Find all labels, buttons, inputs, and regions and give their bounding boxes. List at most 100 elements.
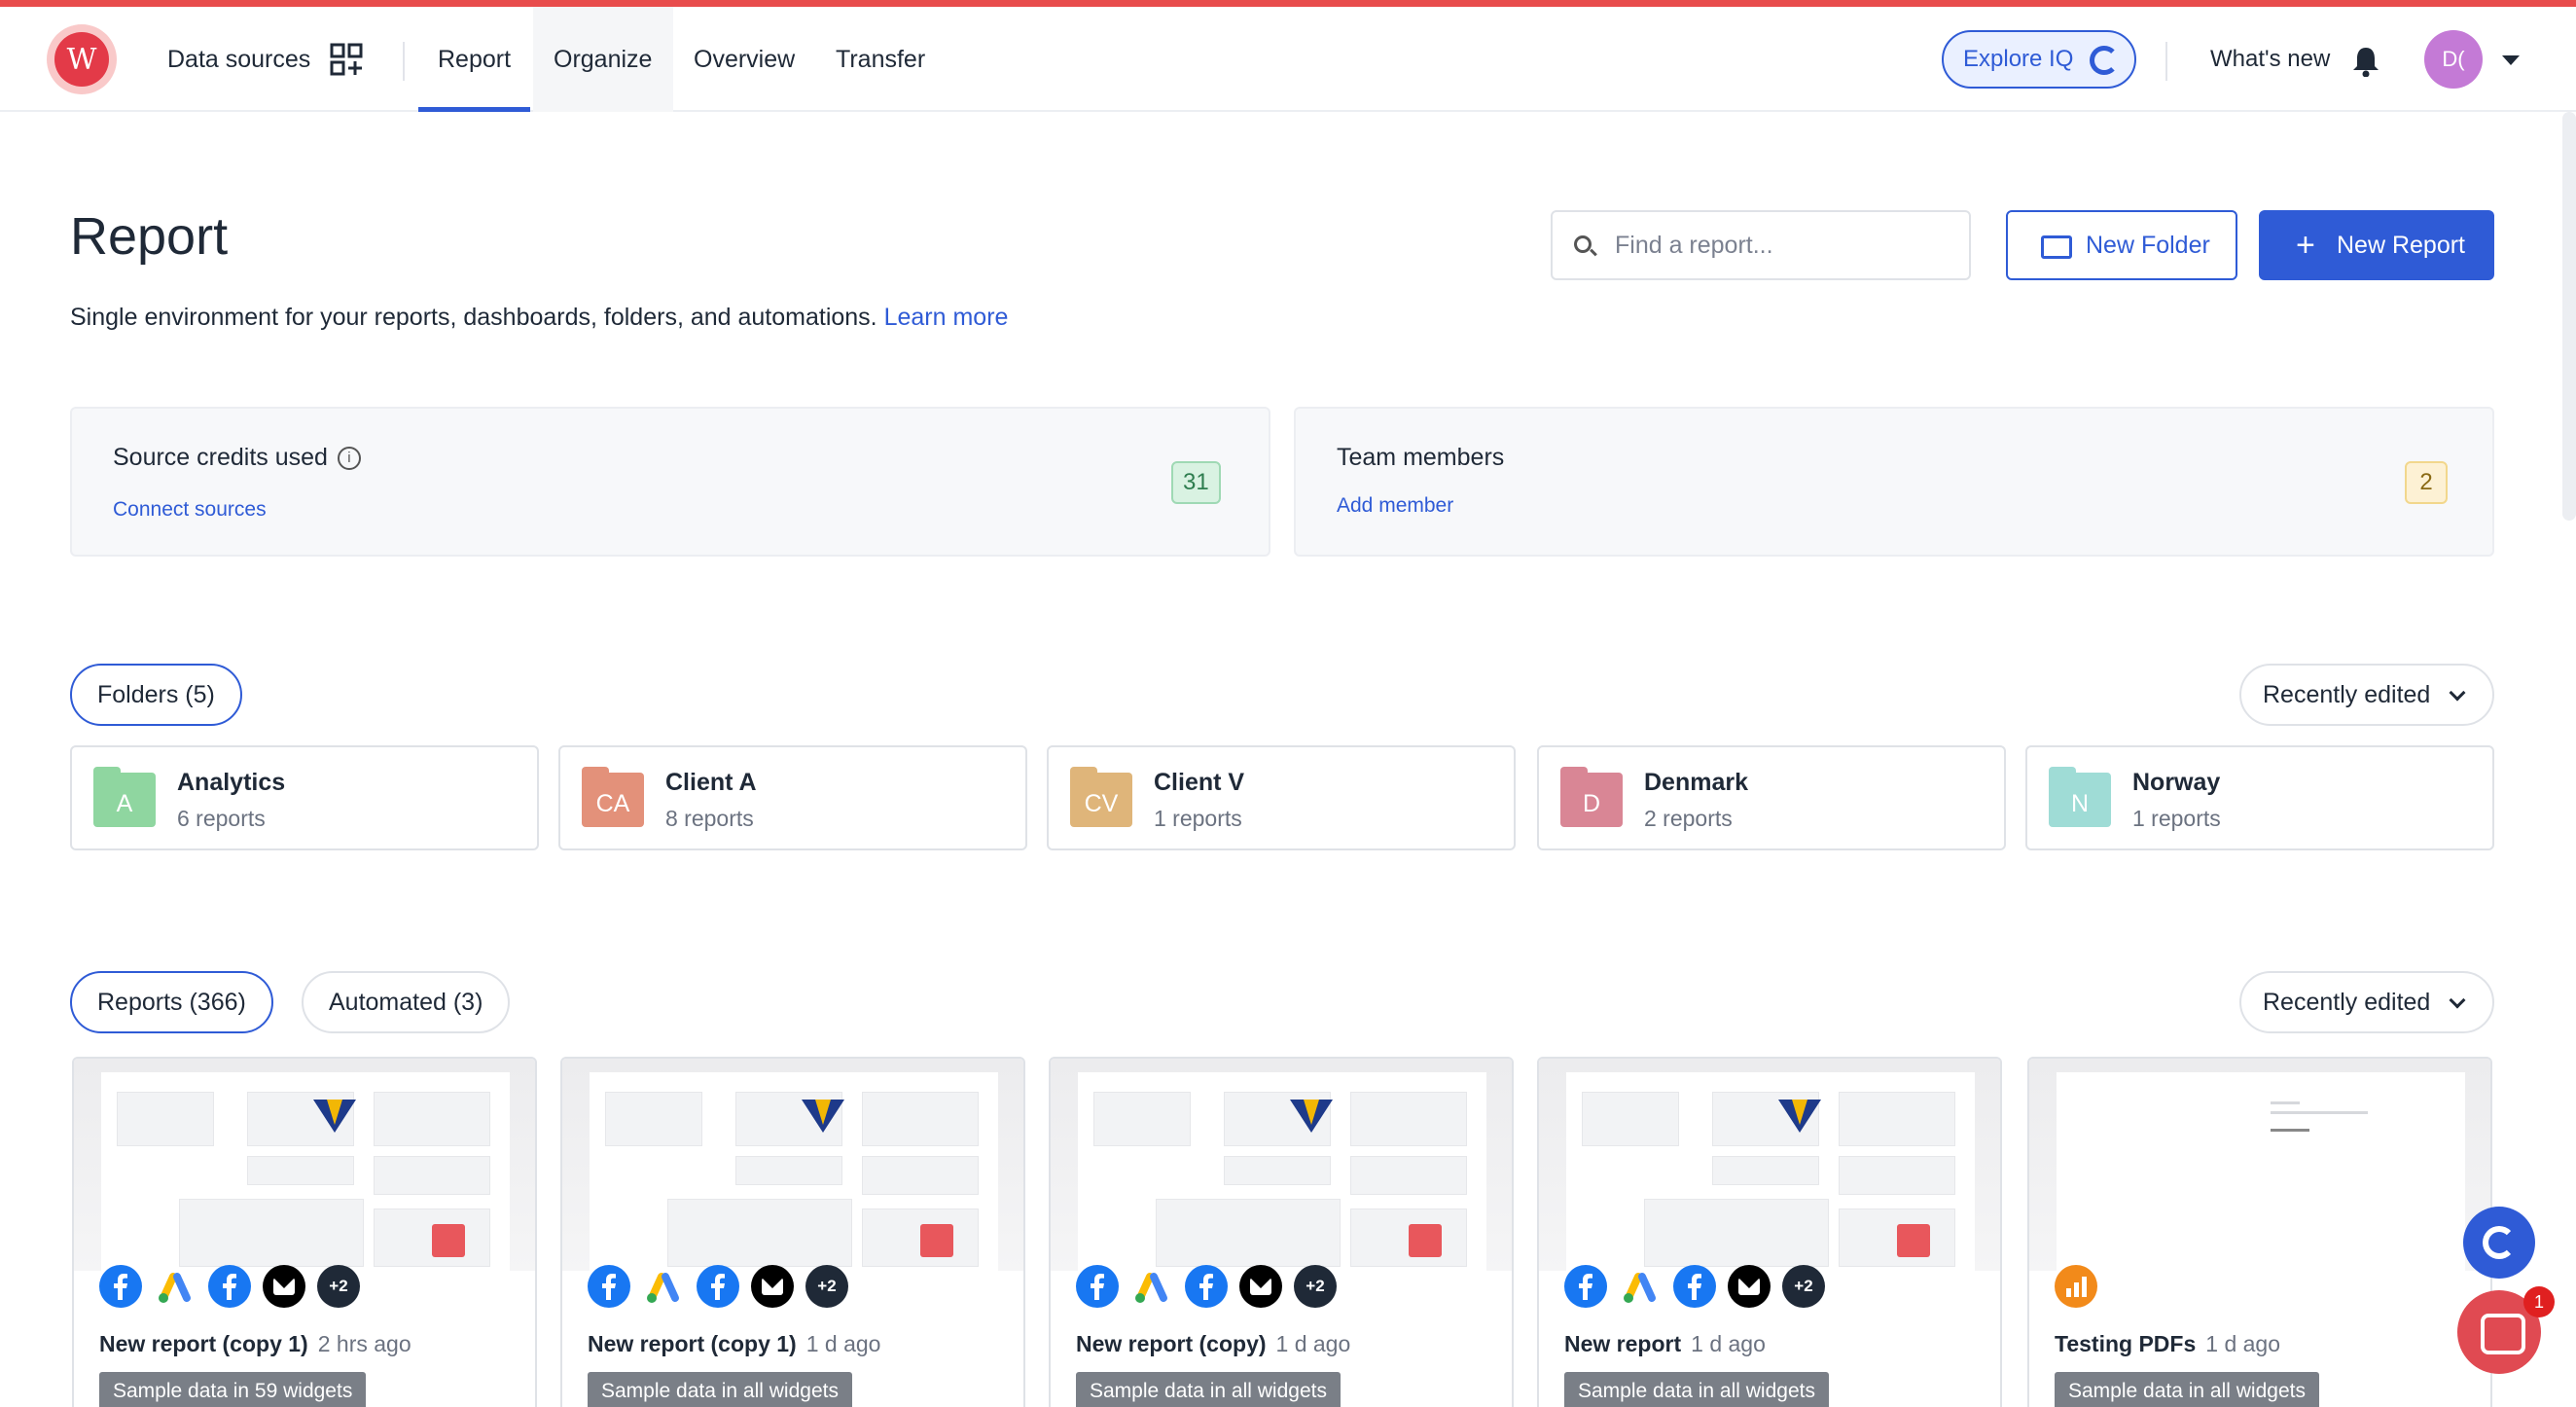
- search-icon: [1574, 235, 1592, 253]
- new-report-label: New Report: [2337, 231, 2465, 259]
- nav-tab-report[interactable]: Report: [417, 7, 531, 112]
- report-source-icons: +2: [1076, 1265, 1337, 1308]
- team-members-card: Team members Add member 2: [1294, 407, 2494, 557]
- google-ads-icon: [642, 1265, 685, 1308]
- facebook-icon: [1564, 1265, 1607, 1308]
- report-card[interactable]: +2 New report 1 d ago Sample data in all wi…: [1537, 1057, 2002, 1407]
- report-source-icons: +2: [99, 1265, 360, 1308]
- plus-icon: +: [2296, 227, 2315, 264]
- new-folder-label: New Folder: [2086, 231, 2210, 259]
- connect-sources-link[interactable]: Connect sources: [113, 498, 267, 522]
- google-ads-icon: [154, 1265, 197, 1308]
- source-credits-count: 31: [1171, 461, 1221, 504]
- reports-sort-label: Recently edited: [2263, 988, 2431, 1016]
- sample-data-tag: Sample data in all widgets: [588, 1372, 852, 1407]
- iq-icon: [2090, 46, 2119, 75]
- tiktok-icon: [751, 1265, 794, 1308]
- app-logo[interactable]: W: [47, 24, 117, 94]
- folder-name: Analytics: [177, 769, 286, 796]
- sample-data-tag: Sample data in 59 widgets: [99, 1372, 367, 1407]
- report-card[interactable]: Testing PDFs 1 d ago Sample data in all wi…: [2027, 1057, 2492, 1407]
- report-source-icons: +2: [1564, 1265, 1825, 1308]
- report-thumbnail: [1539, 1059, 2000, 1271]
- folder-icon: D: [1560, 767, 1623, 827]
- folder-name: Denmark: [1644, 769, 1748, 796]
- nav-divider: [403, 42, 405, 81]
- explore-iq-label: Explore IQ: [1963, 46, 2074, 72]
- page-subtitle: Single environment for your reports, das…: [70, 304, 1008, 332]
- folder-icon: CA: [582, 767, 644, 827]
- nav-tab-transfer[interactable]: Transfer: [836, 7, 925, 112]
- folder-icon: N: [2049, 767, 2111, 827]
- whats-new-link[interactable]: What's new: [2210, 7, 2330, 112]
- folder-report-count: 2 reports: [1644, 806, 1733, 831]
- new-folder-button[interactable]: New Folder: [2006, 210, 2237, 280]
- chevron-down-icon: [2449, 684, 2466, 702]
- report-source-icons: +2: [588, 1265, 848, 1308]
- bell-icon[interactable]: [2352, 46, 2379, 77]
- report-edited-time: 2 hrs ago: [317, 1331, 411, 1356]
- report-thumbnail: [562, 1059, 1023, 1271]
- facebook-icon: [588, 1265, 630, 1308]
- source-credits-title: Source credits used i: [113, 444, 361, 472]
- sample-data-tag: Sample data in all widgets: [2055, 1372, 2319, 1407]
- folder-report-count: 1 reports: [2132, 806, 2221, 831]
- folders-sort-label: Recently edited: [2263, 680, 2431, 708]
- facebook-ads-icon: [697, 1265, 739, 1308]
- page-title: Report: [70, 207, 229, 266]
- report-thumbnail: [74, 1059, 535, 1271]
- facebook-icon: [1076, 1265, 1119, 1308]
- nav-tab-organize[interactable]: Organize: [554, 7, 652, 112]
- learn-more-link[interactable]: Learn more: [884, 304, 1009, 331]
- chevron-down-icon: [2449, 992, 2466, 1009]
- data-sources-link[interactable]: Data sources: [167, 7, 363, 112]
- report-card[interactable]: +2 New report (copy 1) 1 d ago Sample data …: [560, 1057, 1025, 1407]
- tiktok-icon: [1728, 1265, 1771, 1308]
- explore-iq-button[interactable]: Explore IQ: [1942, 30, 2136, 89]
- folder-report-count: 8 reports: [665, 806, 754, 831]
- report-search-input[interactable]: Find a report...: [1551, 210, 1971, 280]
- folder-report-count: 6 reports: [177, 806, 266, 831]
- folder-card[interactable]: CV Client V 1 reports: [1047, 745, 1516, 850]
- report-name: Testing PDFs: [2055, 1331, 2197, 1356]
- folders-filter-pill[interactable]: Folders (5): [70, 664, 242, 726]
- folder-initials: D: [1582, 789, 1601, 817]
- report-title: Testing PDFs 1 d ago: [2055, 1331, 2280, 1357]
- folders-sort-dropdown[interactable]: Recently edited: [2239, 664, 2494, 726]
- tab-automated[interactable]: Automated (3): [302, 971, 511, 1033]
- google-ads-icon: [1130, 1265, 1173, 1308]
- chat-unread-badge: 1: [2523, 1286, 2555, 1317]
- report-title: New report (copy 1) 2 hrs ago: [99, 1331, 411, 1357]
- sample-data-tag: Sample data in all widgets: [1564, 1372, 1829, 1407]
- account-menu-chevron-icon[interactable]: [2502, 55, 2520, 65]
- add-member-link[interactable]: Add member: [1337, 494, 1453, 518]
- top-navigation: W Data sources Report Organize Overview …: [0, 7, 2576, 112]
- page-scrollbar[interactable]: [2562, 112, 2576, 521]
- grid-plus-icon: [330, 43, 363, 76]
- source-credits-label: Source credits used: [113, 444, 328, 471]
- data-sources-label: Data sources: [167, 45, 311, 73]
- tiktok-icon: [263, 1265, 305, 1308]
- logo-letter: W: [54, 32, 109, 87]
- report-edited-time: 1 d ago: [1691, 1331, 1766, 1356]
- user-avatar[interactable]: D(: [2424, 30, 2483, 89]
- folder-name: Norway: [2132, 769, 2221, 796]
- more-sources-badge: +2: [1294, 1265, 1337, 1308]
- folder-card[interactable]: A Analytics 6 reports: [70, 745, 539, 850]
- info-icon[interactable]: i: [337, 447, 361, 471]
- report-edited-time: 1 d ago: [805, 1331, 881, 1356]
- report-card[interactable]: +2 New report (copy) 1 d ago Sample data in…: [1049, 1057, 1514, 1407]
- tab-reports[interactable]: Reports (366): [70, 971, 273, 1033]
- reports-sort-dropdown[interactable]: Recently edited: [2239, 971, 2494, 1033]
- folder-card[interactable]: N Norway 1 reports: [2025, 745, 2494, 850]
- report-card[interactable]: +2 New report (copy 1) 2 hrs ago Sample dat…: [72, 1057, 537, 1407]
- folder-card[interactable]: D Denmark 2 reports: [1537, 745, 2006, 850]
- facebook-ads-icon: [1185, 1265, 1228, 1308]
- folder-name: Client V: [1154, 769, 1245, 796]
- nav-tab-overview[interactable]: Overview: [694, 7, 795, 112]
- source-credits-card: Source credits used i Connect sources 31: [70, 407, 1270, 557]
- folder-card[interactable]: CA Client A 8 reports: [558, 745, 1027, 850]
- new-report-button[interactable]: + New Report: [2259, 210, 2494, 280]
- iq-assistant-button[interactable]: [2463, 1207, 2535, 1279]
- folder-icon: A: [93, 767, 156, 827]
